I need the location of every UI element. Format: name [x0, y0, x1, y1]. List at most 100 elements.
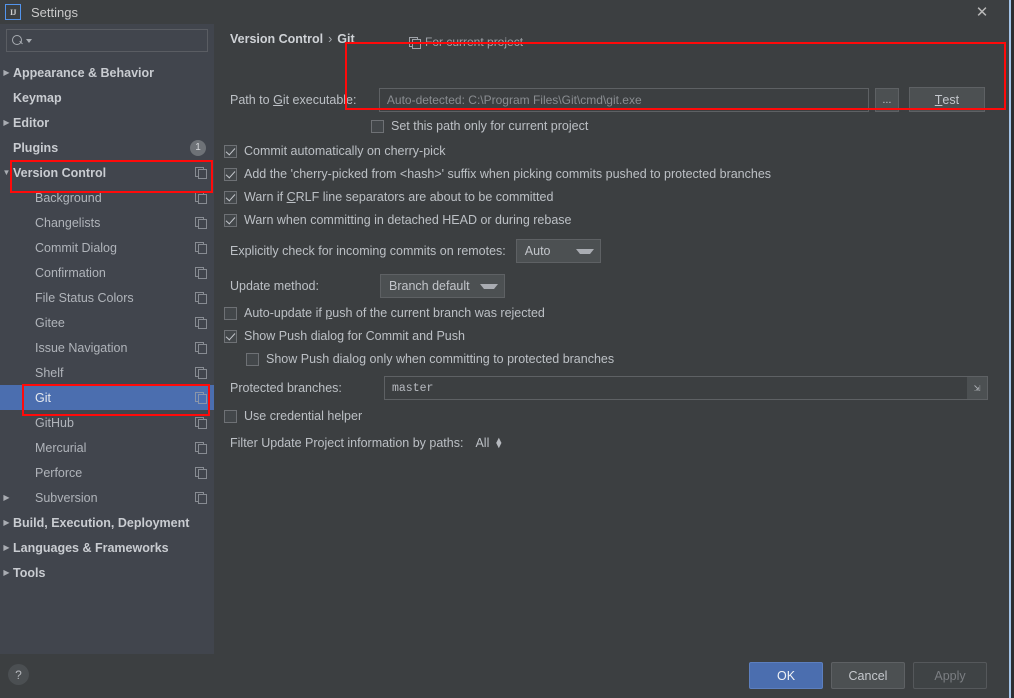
sidebar-item-perforce[interactable]: Perforce	[0, 460, 214, 485]
filter-paths-stepper[interactable]: ▲ ▼	[494, 436, 503, 450]
cherry-picked-suffix-checkbox[interactable]	[224, 167, 237, 181]
project-scope-icon	[195, 292, 207, 304]
sidebar-item-mercurial[interactable]: Mercurial	[0, 435, 214, 460]
sidebar-item-build-execution-deployment[interactable]: ▶ Build, Execution, Deployment	[0, 510, 214, 535]
sidebar-item-label: Shelf	[35, 365, 64, 380]
credential-helper-row[interactable]: Use credential helper	[224, 409, 362, 423]
sidebar-item-confirmation[interactable]: Confirmation	[0, 260, 214, 285]
sidebar-item-plugins[interactable]: Plugins 1	[0, 135, 214, 160]
plugins-update-badge: 1	[190, 139, 206, 156]
warn-detached-head-checkbox[interactable]	[224, 213, 237, 227]
sidebar-item-version-control[interactable]: ▼ Version Control	[0, 160, 214, 185]
sidebar-bottom-edge	[0, 645, 214, 654]
sidebar-item-git[interactable]: Git	[0, 385, 214, 410]
sidebar-item-label: Tools	[13, 565, 46, 580]
incoming-commits-select[interactable]: Auto	[515, 239, 601, 263]
sidebar-item-label: Subversion	[35, 490, 98, 505]
chevron-down-icon	[480, 283, 498, 289]
show-push-dialog-checkbox[interactable]	[224, 329, 237, 343]
close-icon[interactable]: ✕	[964, 0, 1000, 24]
commit-cherry-pick-row[interactable]: Commit automatically on cherry-pick	[224, 144, 445, 158]
auto-update-checkbox[interactable]	[224, 306, 237, 320]
warn-crlf-row[interactable]: Warn if CRLF line separators are about t…	[224, 190, 553, 204]
sidebar-item-label: Git	[35, 390, 51, 405]
set-path-only-checkbox[interactable]	[371, 119, 384, 133]
show-push-dialog-row[interactable]: Show Push dialog for Commit and Push	[224, 329, 465, 343]
sidebar-item-label: Issue Navigation	[35, 340, 128, 355]
ok-button[interactable]: OK	[749, 662, 823, 689]
breadcrumb: Version Control › Git	[230, 32, 355, 46]
project-scope-icon	[195, 342, 207, 354]
sidebar-item-subversion[interactable]: ▶ Subversion	[0, 485, 214, 510]
sidebar-item-gitee[interactable]: Gitee	[0, 310, 214, 335]
chevron-right-icon[interactable]: ▶	[0, 493, 13, 502]
show-push-protected-checkbox[interactable]	[246, 352, 259, 366]
warn-detached-head-label: Warn when committing in detached HEAD or…	[244, 213, 572, 227]
chevron-right-icon[interactable]: ▶	[0, 118, 13, 127]
sidebar-item-languages-frameworks[interactable]: ▶ Languages & Frameworks	[0, 535, 214, 560]
sidebar-item-commit-dialog[interactable]: Commit Dialog	[0, 235, 214, 260]
sidebar-item-label: Confirmation	[35, 265, 106, 280]
expand-icon[interactable]: ⇲	[967, 377, 987, 399]
credential-helper-checkbox[interactable]	[224, 409, 237, 423]
commit-cherry-pick-label: Commit automatically on cherry-pick	[244, 144, 446, 158]
test-button-rest: est	[942, 92, 960, 107]
sidebar-item-issue-navigation[interactable]: Issue Navigation	[0, 335, 214, 360]
cherry-picked-suffix-row[interactable]: Add the 'cherry-picked from <hash>' suff…	[224, 167, 771, 181]
sidebar-item-file-status-colors[interactable]: File Status Colors	[0, 285, 214, 310]
search-icon	[12, 34, 25, 47]
project-scope-icon	[195, 267, 207, 279]
incoming-commits-row: Explicitly check for incoming commits on…	[230, 239, 601, 263]
chevron-right-icon[interactable]: ▶	[0, 68, 13, 77]
update-method-value: Branch default	[389, 279, 470, 293]
breadcrumb-current: Git	[337, 32, 355, 46]
git-executable-row: Path to Git executable: Auto-detected: C…	[230, 87, 985, 112]
sidebar-item-appearance-behavior[interactable]: ▶ Appearance & Behavior	[0, 60, 214, 85]
window-title: Settings	[31, 4, 78, 20]
warn-detached-head-row[interactable]: Warn when committing in detached HEAD or…	[224, 213, 571, 227]
sidebar-item-label: Mercurial	[35, 440, 87, 455]
filter-paths-value[interactable]: All	[475, 436, 489, 450]
test-button[interactable]: Test	[908, 87, 985, 112]
sidebar-item-keymap[interactable]: Keymap	[0, 85, 214, 110]
commit-cherry-pick-checkbox[interactable]	[224, 144, 237, 158]
sidebar-item-editor[interactable]: ▶ Editor	[0, 110, 214, 135]
chevron-down-icon[interactable]: ▼	[0, 168, 13, 177]
window-right-border	[1009, 0, 1014, 698]
auto-update-row[interactable]: Auto-update if push of the current branc…	[224, 306, 545, 320]
set-path-only-row[interactable]: Set this path only for current project	[371, 119, 588, 133]
chevron-down-icon	[575, 248, 594, 254]
sidebar-item-tools[interactable]: ▶ Tools	[0, 560, 214, 585]
protected-branches-input[interactable]: master ⇲	[384, 376, 988, 400]
search-box[interactable]	[6, 29, 208, 52]
sidebar-item-changelists[interactable]: Changelists	[0, 210, 214, 235]
apply-button[interactable]: Apply	[913, 662, 987, 689]
sidebar-item-background[interactable]: Background	[0, 185, 214, 210]
chevron-right-icon[interactable]: ▶	[0, 543, 13, 552]
sidebar-item-label: Appearance & Behavior	[13, 65, 155, 80]
git-path-input[interactable]: Auto-detected: C:\Program Files\Git\cmd\…	[378, 87, 869, 112]
sidebar-item-label: GitHub	[35, 415, 74, 430]
sidebar-item-shelf[interactable]: Shelf	[0, 360, 214, 385]
sidebar-item-label: Background	[35, 190, 102, 205]
sidebar-item-label: File Status Colors	[35, 290, 134, 305]
show-push-protected-row[interactable]: Show Push dialog only when committing to…	[246, 352, 614, 366]
browse-button[interactable]: ...	[874, 87, 899, 112]
breadcrumb-parent[interactable]: Version Control	[230, 32, 323, 46]
sidebar-item-label: Keymap	[13, 90, 62, 105]
project-scope-icon	[195, 492, 207, 504]
filter-paths-label: Filter Update Project information by pat…	[230, 436, 464, 450]
update-method-row: Update method: Branch default	[230, 274, 505, 298]
settings-sidebar: ▶ Appearance & Behavior Keymap ▶ Editor Plugi…	[0, 24, 214, 654]
sidebar-item-github[interactable]: GitHub	[0, 410, 214, 435]
chevron-right-icon[interactable]: ▶	[0, 518, 13, 527]
project-scope-icon	[195, 367, 207, 379]
project-scope-icon	[409, 36, 421, 49]
update-method-select[interactable]: Branch default	[380, 274, 505, 298]
help-button[interactable]: ?	[8, 664, 29, 685]
sidebar-item-label: Build, Execution, Deployment	[13, 515, 190, 530]
warn-crlf-checkbox[interactable]	[224, 190, 237, 204]
cancel-button[interactable]: Cancel	[831, 662, 905, 689]
chevron-right-icon[interactable]: ▶	[0, 568, 13, 577]
search-input[interactable]	[32, 32, 202, 49]
